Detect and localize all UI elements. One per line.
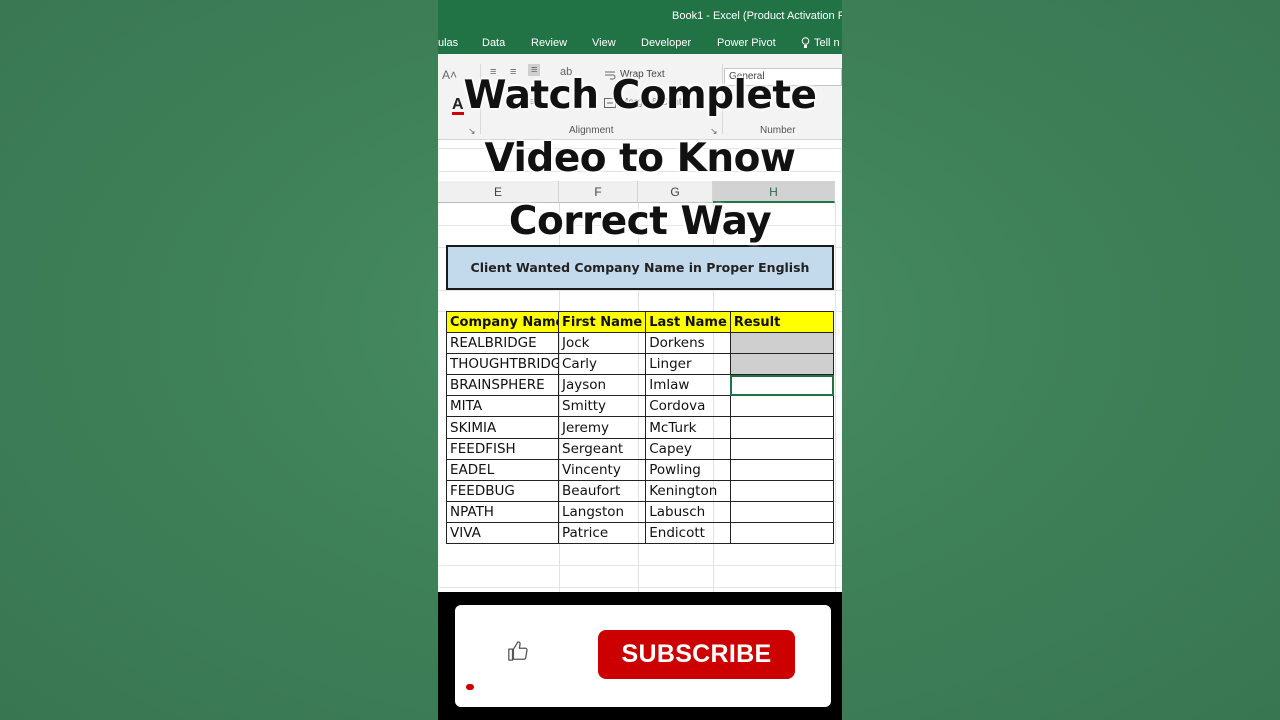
table-row: SKIMIA Jeremy McTurk [446, 416, 835, 439]
gridline [438, 565, 842, 566]
table-cell[interactable]: BRAINSPHERE [446, 374, 559, 397]
tab-data[interactable]: Data [482, 37, 505, 49]
result-cell[interactable] [729, 500, 835, 523]
result-cell[interactable] [729, 437, 835, 460]
video-headline-overlay: Watch Complete Video to Know Correct Way [438, 64, 842, 253]
table-cell[interactable]: Linger [645, 353, 731, 376]
subscribe-bar: SUBSCRIBE [438, 592, 842, 720]
header-cell[interactable]: Last Name [645, 310, 731, 334]
table-row: FEEDBUG Beaufort Kenington [446, 479, 835, 502]
subscribe-card: SUBSCRIBE [455, 605, 831, 707]
headline-line: Correct Way [508, 199, 772, 244]
table-cell[interactable]: THOUGHTBRIDGE [446, 353, 559, 376]
table-cell[interactable]: Kenington [645, 479, 731, 502]
table-cell[interactable]: Sergeant [557, 437, 647, 460]
tab-formulas[interactable]: ulas [438, 37, 458, 49]
table-cell[interactable]: SKIMIA [446, 416, 559, 439]
result-cell[interactable] [729, 479, 835, 502]
table-cell[interactable]: REALBRIDGE [446, 332, 559, 355]
table-header-row: Company Name First Name Last Name Result [446, 310, 835, 334]
gridline [438, 290, 842, 291]
table-row: BRAINSPHERE Jayson Imlaw [446, 374, 835, 397]
table-cell[interactable]: Patrice [557, 521, 647, 545]
result-cell[interactable] [729, 353, 835, 376]
headline-line: Watch Complete [463, 73, 817, 118]
table-cell[interactable]: Capey [645, 437, 731, 460]
table-cell[interactable]: EADEL [446, 458, 559, 481]
table-cell[interactable]: NPATH [446, 500, 559, 523]
data-table: Company Name First Name Last Name Result… [446, 310, 835, 545]
header-cell[interactable]: First Name [557, 310, 647, 334]
tab-developer[interactable]: Developer [641, 37, 691, 49]
excel-title-bar: Book1 - Excel (Product Activation F [438, 0, 842, 32]
table-cell[interactable]: McTurk [645, 416, 731, 439]
table-cell[interactable]: Langston [557, 500, 647, 523]
table-cell[interactable]: Dorkens [645, 332, 731, 355]
table-cell[interactable]: FEEDFISH [446, 437, 559, 460]
active-result-cell[interactable] [729, 374, 835, 397]
table-cell[interactable]: VIVA [446, 521, 559, 545]
table-cell[interactable]: Carly [557, 353, 647, 376]
table-row: FEEDFISH Sergeant Capey [446, 437, 835, 460]
table-cell[interactable]: Jayson [557, 374, 647, 397]
table-cell[interactable]: Endicott [645, 521, 731, 545]
table-cell[interactable]: Beaufort [557, 479, 647, 502]
table-cell[interactable]: MITA [446, 395, 559, 418]
result-cell[interactable] [729, 416, 835, 439]
subscribe-button[interactable]: SUBSCRIBE [598, 630, 795, 679]
result-cell[interactable] [729, 332, 835, 355]
table-cell[interactable]: Vincenty [557, 458, 647, 481]
gridline [835, 203, 836, 593]
header-cell[interactable]: Company Name [446, 310, 559, 334]
table-cell[interactable]: Jeremy [557, 416, 647, 439]
table-row: VIVA Patrice Endicott [446, 521, 835, 545]
thumbs-up-icon[interactable] [507, 640, 529, 662]
tab-review[interactable]: Review [531, 37, 567, 49]
table-cell[interactable]: Labusch [645, 500, 731, 523]
table-cell[interactable]: Powling [645, 458, 731, 481]
lightbulb-icon [801, 37, 810, 48]
table-row: NPATH Langston Labusch [446, 500, 835, 523]
table-row: EADEL Vincenty Powling [446, 458, 835, 481]
ribbon-tabs: ulas Data Review View Developer Power Pi… [438, 32, 842, 54]
result-cell[interactable] [729, 521, 835, 545]
tell-me-search[interactable]: Tell n [801, 37, 840, 49]
tell-me-label: Tell n [814, 37, 840, 49]
table-row: REALBRIDGE Jock Dorkens [446, 332, 835, 355]
table-cell[interactable]: Smitty [557, 395, 647, 418]
result-cell[interactable] [729, 395, 835, 418]
table-row: MITA Smitty Cordova [446, 395, 835, 418]
table-cell[interactable]: Jock [557, 332, 647, 355]
tab-view[interactable]: View [592, 37, 616, 49]
video-frame: Book1 - Excel (Product Activation F ulas… [438, 0, 842, 720]
table-cell[interactable]: Imlaw [645, 374, 731, 397]
table-cell[interactable]: FEEDBUG [446, 479, 559, 502]
header-cell[interactable]: Result [729, 310, 835, 334]
headline-line: Video to Know [484, 136, 796, 181]
progress-marker [466, 684, 474, 690]
table-cell[interactable]: Cordova [645, 395, 731, 418]
table-row: THOUGHTBRIDGE Carly Linger [446, 353, 835, 376]
tab-power-pivot[interactable]: Power Pivot [717, 37, 776, 49]
gridline [438, 587, 842, 588]
window-title: Book1 - Excel (Product Activation F [672, 10, 842, 22]
result-cell[interactable] [729, 458, 835, 481]
